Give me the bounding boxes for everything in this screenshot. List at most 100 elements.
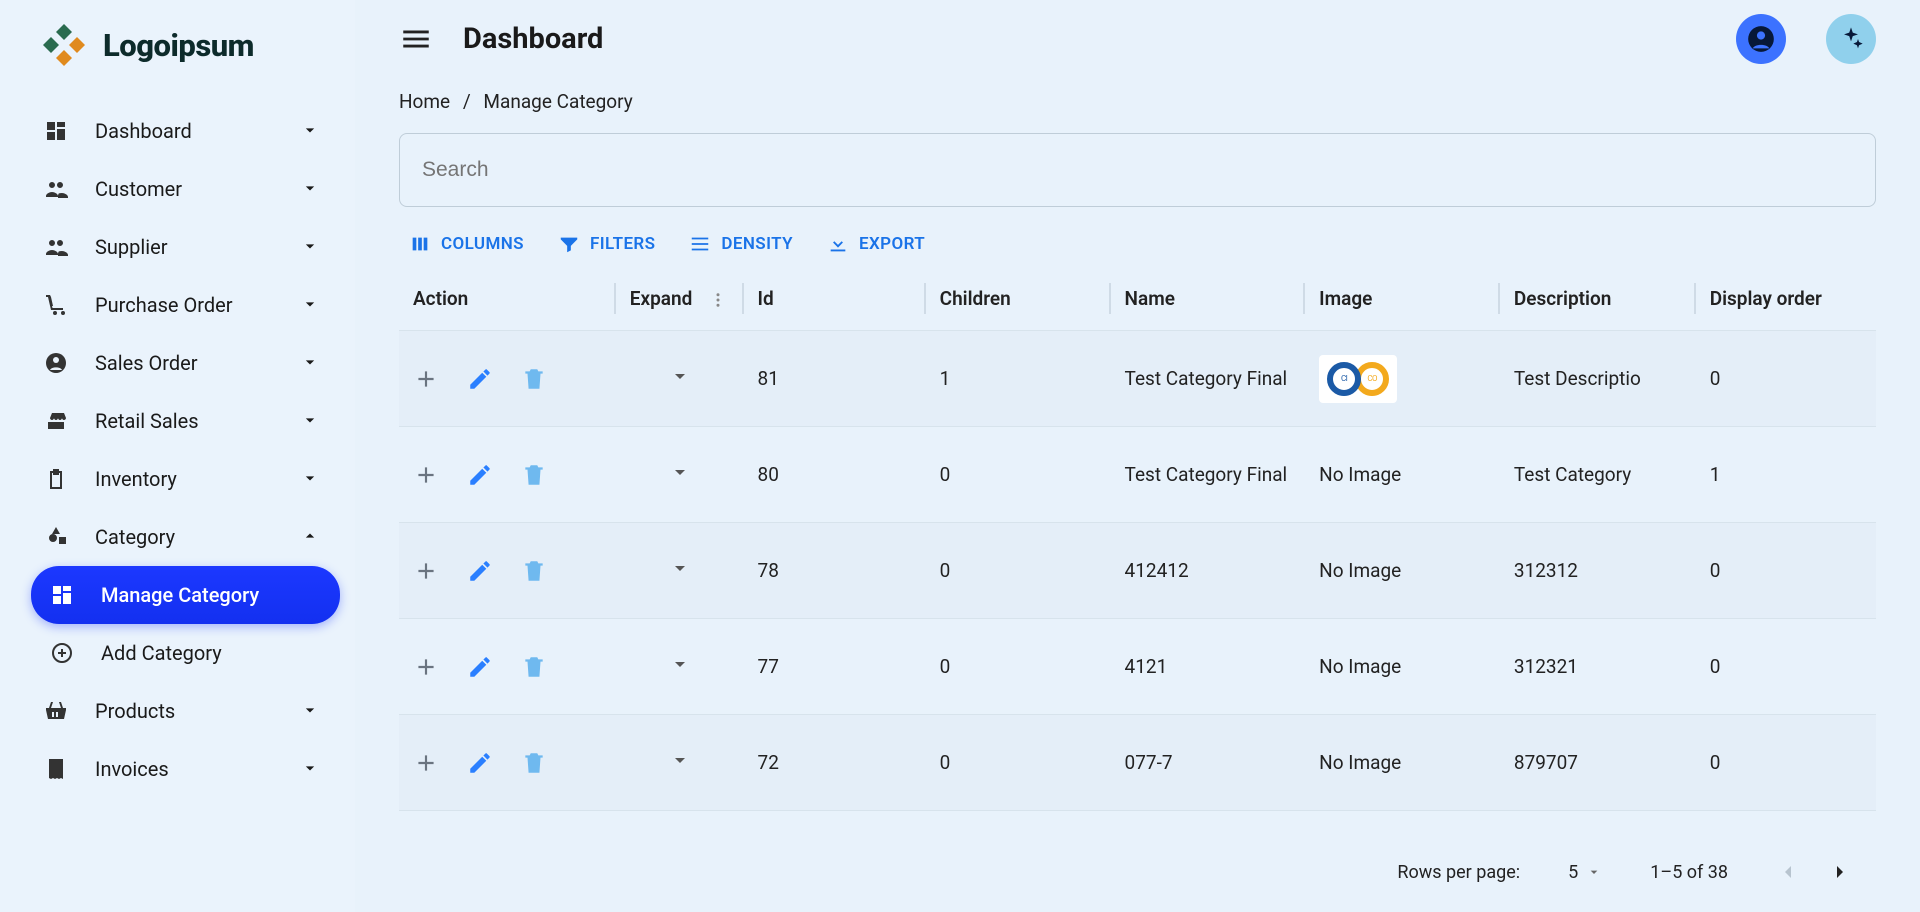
brand-name: Logoipsum <box>103 27 254 64</box>
edit-row-icon[interactable] <box>467 750 493 776</box>
people-icon <box>43 176 69 202</box>
breadcrumb-separator: / <box>463 90 471 113</box>
dashboard-icon <box>43 118 69 144</box>
col-children[interactable]: Children <box>926 267 1111 331</box>
col-expand[interactable]: Expand <box>616 267 744 331</box>
rows-per-page-select[interactable]: 5 <box>1568 862 1602 883</box>
chevron-down-icon <box>300 352 322 374</box>
menu-toggle-icon[interactable] <box>399 22 433 56</box>
cell-description: 312321 <box>1500 619 1696 715</box>
shapes-icon <box>43 524 69 550</box>
dropdown-icon <box>1586 864 1602 880</box>
col-action[interactable]: Action <box>399 267 616 331</box>
next-page-button[interactable] <box>1828 860 1852 884</box>
cell-name: 412412 <box>1111 523 1306 619</box>
ai-assistant-button[interactable] <box>1826 14 1876 64</box>
sidebar-item-supplier[interactable]: Supplier <box>25 218 340 276</box>
breadcrumb-home[interactable]: Home <box>399 90 450 113</box>
col-name[interactable]: Name <box>1111 267 1306 331</box>
cell-name: Test Category Final <box>1111 331 1306 427</box>
edit-row-icon[interactable] <box>467 462 493 488</box>
category-image: CICO <box>1319 355 1397 403</box>
sidebar-item-customer[interactable]: Customer <box>25 160 340 218</box>
pagination-range: 1–5 of 38 <box>1650 862 1728 883</box>
sidebar-item-label: Supplier <box>95 235 300 259</box>
edit-row-icon[interactable] <box>467 558 493 584</box>
sidebar-item-purchase-order[interactable]: Purchase Order <box>25 276 340 334</box>
clipboard-icon <box>43 466 69 492</box>
topbar: Dashboard <box>355 0 1920 78</box>
cell-image: No Image <box>1305 619 1500 715</box>
sidebar-item-label: Invoices <box>95 757 300 781</box>
col-display-order[interactable]: Display order <box>1696 267 1876 331</box>
sidebar-item-category[interactable]: Category <box>25 508 340 566</box>
columns-button[interactable]: COLUMNS <box>409 233 524 255</box>
delete-row-icon[interactable] <box>521 654 547 680</box>
expand-row-icon[interactable] <box>668 460 692 484</box>
sidebar-item-sales-order[interactable]: Sales Order <box>25 334 340 392</box>
add-row-icon[interactable] <box>413 462 439 488</box>
density-button[interactable]: DENSITY <box>689 233 793 255</box>
column-menu-icon[interactable] <box>709 291 727 309</box>
delete-row-icon[interactable] <box>521 750 547 776</box>
chevron-down-icon <box>300 410 322 432</box>
breadcrumb: Home / Manage Category <box>399 90 1876 113</box>
chevron-up-icon <box>300 526 322 548</box>
cell-description: 879707 <box>1500 715 1696 811</box>
columns-icon <box>409 233 431 255</box>
delete-row-icon[interactable] <box>521 366 547 392</box>
sidebar: Logoipsum DashboardCustomer Supplier Purch… <box>0 0 355 912</box>
delete-row-icon[interactable] <box>521 558 547 584</box>
dashboard-icon <box>49 582 75 608</box>
sidebar-item-label: Purchase Order <box>95 293 300 317</box>
chevron-down-icon <box>300 700 322 722</box>
sidebar-subitem-add-category[interactable]: Add Category <box>31 624 340 682</box>
chevron-down-icon <box>300 236 322 258</box>
logo-mark-icon <box>39 20 89 70</box>
page-title: Dashboard <box>463 22 603 56</box>
sparkle-icon <box>1837 25 1865 53</box>
sidebar-item-retail-sales[interactable]: Retail Sales <box>25 392 340 450</box>
cell-children: 0 <box>926 715 1111 811</box>
add-row-icon[interactable] <box>413 654 439 680</box>
cell-display-order: 0 <box>1696 331 1876 427</box>
expand-row-icon[interactable] <box>668 364 692 388</box>
expand-row-icon[interactable] <box>668 652 692 676</box>
filter-icon <box>558 233 580 255</box>
prev-page-button[interactable] <box>1776 860 1800 884</box>
cell-image: CICO <box>1305 331 1500 427</box>
export-button[interactable]: EXPORT <box>827 233 925 255</box>
data-grid: Action Expand Id Children Name Image Des… <box>399 267 1876 840</box>
col-id[interactable]: Id <box>744 267 926 331</box>
col-image[interactable]: Image <box>1305 267 1500 331</box>
people-icon <box>43 234 69 260</box>
table-row: 780412412No Image312312020 <box>399 523 1876 619</box>
expand-row-icon[interactable] <box>668 556 692 580</box>
delete-row-icon[interactable] <box>521 462 547 488</box>
grid-footer: Rows per page: 5 1–5 of 38 <box>399 840 1876 892</box>
account-button[interactable] <box>1736 14 1786 64</box>
add-row-icon[interactable] <box>413 750 439 776</box>
cell-children: 0 <box>926 619 1111 715</box>
edit-row-icon[interactable] <box>467 654 493 680</box>
filters-button[interactable]: FILTERS <box>558 233 655 255</box>
cell-children: 1 <box>926 331 1111 427</box>
sidebar-item-inventory[interactable]: Inventory <box>25 450 340 508</box>
density-icon <box>689 233 711 255</box>
sidebar-item-products[interactable]: Products <box>25 682 340 740</box>
sidebar-item-dashboard[interactable]: Dashboard <box>25 102 340 160</box>
edit-row-icon[interactable] <box>467 366 493 392</box>
grid-toolbar: COLUMNS FILTERS DENSITY EXPORT <box>399 223 1876 267</box>
search-input[interactable] <box>399 133 1876 207</box>
sidebar-item-invoices[interactable]: Invoices <box>25 740 340 798</box>
chevron-down-icon <box>300 468 322 490</box>
cell-children: 0 <box>926 427 1111 523</box>
add-row-icon[interactable] <box>413 558 439 584</box>
expand-row-icon[interactable] <box>668 748 692 772</box>
col-description[interactable]: Description <box>1500 267 1696 331</box>
store-icon <box>43 408 69 434</box>
sidebar-subitem-manage-category[interactable]: Manage Category <box>31 566 340 624</box>
cell-id: 77 <box>744 619 926 715</box>
add-row-icon[interactable] <box>413 366 439 392</box>
sidebar-item-label: Products <box>95 699 300 723</box>
